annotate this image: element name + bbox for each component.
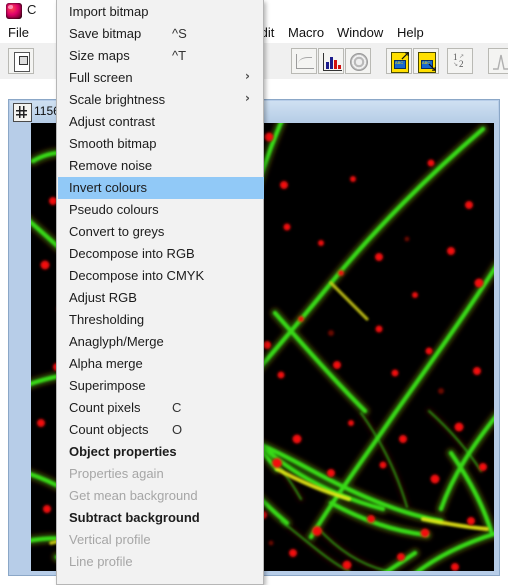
- application-window: C File Edit Macro Window Help: [0, 0, 508, 585]
- menu-item-label: Size maps: [69, 48, 130, 63]
- menu-item-label: Adjust RGB: [69, 290, 137, 305]
- menu-item-label: Invert colours: [69, 180, 148, 195]
- menu-item-anaglyph-merge[interactable]: Anaglyph/Merge: [58, 331, 264, 353]
- menu-item-count-pixels[interactable]: Count pixels C: [58, 397, 264, 419]
- menu-item-label: Object properties: [69, 444, 177, 459]
- menu-item-line-profile: Line profile: [58, 551, 264, 573]
- menu-item-alpha-merge[interactable]: Alpha merge: [58, 353, 264, 375]
- menu-item-convert-to-greys[interactable]: Convert to greys: [58, 221, 264, 243]
- one-two-icon: 1 ↗ ↘ 2: [453, 52, 465, 69]
- menu-item-get-mean-background: Get mean background: [58, 485, 264, 507]
- menu-item-label: Vertical profile: [69, 532, 151, 547]
- image-popup-menu[interactable]: Import bitmap Save bitmap ^S Size maps ^T Ful…: [56, 0, 264, 585]
- menu-item-label: Count objects: [69, 422, 149, 437]
- curve-chart-icon: [292, 49, 316, 73]
- menu-item-subtract-background[interactable]: Subtract background: [58, 507, 264, 529]
- menu-item-pseudo-colours[interactable]: Pseudo colours: [58, 199, 264, 221]
- menu-item-label: Properties again: [69, 466, 164, 481]
- menu-item-accelerator: ^S: [172, 26, 187, 41]
- menu-item-label: Smooth bitmap: [69, 136, 157, 151]
- menubar-item-help[interactable]: Help: [393, 24, 428, 41]
- target-button[interactable]: [345, 48, 371, 74]
- menu-item-count-objects[interactable]: Count objects O: [58, 419, 264, 441]
- bar-chart-icon: [319, 49, 343, 73]
- zoom-out-doc-icon: [414, 49, 438, 73]
- curve-plot-button[interactable]: [291, 48, 317, 74]
- menu-item-size-maps[interactable]: Size maps ^T: [58, 45, 264, 67]
- menu-item-invert-colours[interactable]: Invert colours: [58, 177, 264, 199]
- menu-item-import-bitmap[interactable]: Import bitmap: [58, 1, 264, 23]
- menu-item-label: Thresholding: [69, 312, 145, 327]
- arrow-up-right-icon: [401, 52, 409, 60]
- menu-item-vertical-profile: Vertical profile: [58, 529, 264, 551]
- menubar-item-file[interactable]: File: [4, 24, 33, 41]
- peak-profile-button[interactable]: [488, 48, 508, 74]
- menu-item-label: Import bitmap: [69, 4, 149, 19]
- new-document-button[interactable]: [8, 48, 34, 74]
- menu-item-adjust-rgb[interactable]: Adjust RGB: [58, 287, 264, 309]
- menu-item-label: Scale brightness: [69, 92, 166, 107]
- menu-item-smooth-bitmap[interactable]: Smooth bitmap: [58, 133, 264, 155]
- menubar-item-window[interactable]: Window: [333, 24, 387, 41]
- chevron-right-icon: ›: [245, 91, 250, 105]
- menu-item-accelerator: C: [172, 400, 182, 415]
- renumber-button[interactable]: 1 ↗ ↘ 2: [447, 48, 473, 74]
- chevron-right-icon: ›: [245, 69, 250, 83]
- menu-item-label: Anaglyph/Merge: [69, 334, 164, 349]
- menu-item-full-screen[interactable]: Full screen ›: [58, 67, 264, 89]
- menu-item-scale-brightness[interactable]: Scale brightness ›: [58, 89, 264, 111]
- menubar-item-macro[interactable]: Macro: [284, 24, 328, 41]
- menu-item-decompose-into-cmyk[interactable]: Decompose into CMYK: [58, 265, 264, 287]
- menu-item-adjust-contrast[interactable]: Adjust contrast: [58, 111, 264, 133]
- document-icon: [9, 49, 33, 73]
- menu-item-label: Subtract background: [69, 510, 200, 525]
- peak-profile-icon: [489, 49, 508, 73]
- menu-item-label: Alpha merge: [69, 356, 143, 371]
- menu-item-accelerator: ^T: [172, 48, 187, 63]
- menu-item-object-properties[interactable]: Object properties: [58, 441, 264, 463]
- menu-item-decompose-into-rgb[interactable]: Decompose into RGB: [58, 243, 264, 265]
- zoom-in-doc-icon: [387, 49, 411, 73]
- menu-item-label: Get mean background: [69, 488, 198, 503]
- menu-item-label: Decompose into CMYK: [69, 268, 205, 283]
- menu-item-label: Decompose into RGB: [69, 246, 195, 261]
- menu-item-save-bitmap[interactable]: Save bitmap ^S: [58, 23, 264, 45]
- menu-item-label: Full screen: [69, 70, 133, 85]
- app-logo-icon: [6, 3, 22, 19]
- menu-item-label: Superimpose: [69, 378, 146, 393]
- zoom-out-button[interactable]: [413, 48, 439, 74]
- menu-item-label: Convert to greys: [69, 224, 165, 239]
- menu-item-remove-noise[interactable]: Remove noise: [58, 155, 264, 177]
- menu-item-label: Adjust contrast: [69, 114, 155, 129]
- menu-item-thresholding[interactable]: Thresholding: [58, 309, 264, 331]
- target-icon: [346, 49, 370, 73]
- menu-item-label: Line profile: [69, 554, 133, 569]
- menu-item-label: Count pixels: [69, 400, 141, 415]
- image-histogram-icon: [13, 103, 32, 122]
- zoom-in-button[interactable]: [386, 48, 412, 74]
- arrow-down-right-icon: [428, 63, 436, 71]
- menu-item-label: Save bitmap: [69, 26, 142, 41]
- menu-item-label: Remove noise: [69, 158, 153, 173]
- menu-item-superimpose[interactable]: Superimpose: [58, 375, 264, 397]
- menu-item-label: Pseudo colours: [69, 202, 159, 217]
- histogram-button[interactable]: [318, 48, 344, 74]
- menu-item-properties-again: Properties again: [58, 463, 264, 485]
- menu-item-accelerator: O: [172, 422, 183, 437]
